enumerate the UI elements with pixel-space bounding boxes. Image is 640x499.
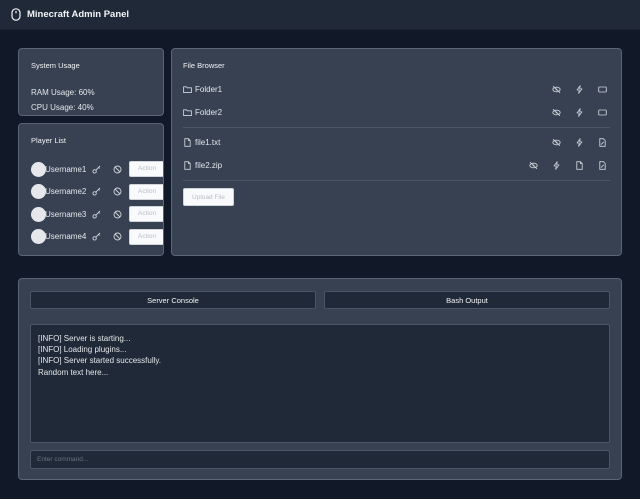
window-icon[interactable] <box>598 108 607 117</box>
player-name: Username1 <box>45 164 87 174</box>
player-action-button[interactable]: Action <box>129 161 163 177</box>
player-name: Username2 <box>45 187 87 197</box>
system-usage-panel: System Usage RAM Usage: 60% CPU Usage: 4… <box>18 48 164 116</box>
edit-file-icon[interactable] <box>598 138 607 147</box>
folder-icon <box>183 85 192 94</box>
file-actions <box>515 154 607 177</box>
file-actions <box>538 131 607 154</box>
avatar <box>31 161 46 177</box>
top-bar: Minecraft Admin Panel <box>0 0 640 30</box>
player-row: Username3 Action <box>31 203 163 226</box>
ban-icon[interactable] <box>112 232 122 242</box>
bolt-icon[interactable] <box>575 108 584 117</box>
key-icon[interactable] <box>91 164 101 174</box>
folder-actions <box>538 78 607 101</box>
player-list-title: Player List <box>31 136 67 145</box>
ban-icon[interactable] <box>112 164 122 174</box>
folder-actions <box>538 101 607 124</box>
eye-off-icon[interactable] <box>552 138 561 147</box>
console-panel: Server Console Bash Output [INFO] Server… <box>18 278 622 480</box>
file-name: file1.txt <box>195 138 221 147</box>
player-action-button[interactable]: Action <box>129 183 163 200</box>
folder-name: Folder1 <box>195 85 223 94</box>
ban-icon[interactable] <box>112 187 122 197</box>
bolt-icon[interactable] <box>575 85 584 94</box>
ban-icon[interactable] <box>112 209 122 219</box>
avatar <box>31 229 46 245</box>
avatar <box>31 184 46 200</box>
upload-file-button[interactable]: Upload File <box>183 188 234 206</box>
app-title: Minecraft Admin Panel <box>27 9 130 20</box>
player-action-button[interactable]: Action <box>129 228 163 245</box>
player-action-button[interactable]: Action <box>129 206 163 222</box>
key-icon[interactable] <box>91 187 101 197</box>
bolt-icon[interactable] <box>575 138 584 147</box>
console-output[interactable]: [INFO] Server is starting... [INFO] Load… <box>30 324 610 443</box>
folder-name: Folder2 <box>195 108 223 117</box>
file-name: file2.zip <box>195 161 223 170</box>
file-row[interactable]: file1.txt <box>183 131 610 154</box>
folder-row[interactable]: Folder2 <box>183 101 610 124</box>
player-list-panel: Player List Username1 Action Username2 A… <box>18 123 164 256</box>
file-browser-panel: File Browser Folder1 Folder2 file1.txt f… <box>171 48 622 256</box>
window-icon[interactable] <box>598 85 607 94</box>
player-name: Username4 <box>45 232 87 242</box>
eye-off-icon[interactable] <box>529 161 538 170</box>
eye-off-icon[interactable] <box>552 85 561 94</box>
file-browser-title: File Browser <box>183 61 225 70</box>
edit-file-icon[interactable] <box>598 161 607 170</box>
player-row: Username1 Action <box>31 158 163 181</box>
folder-row[interactable]: Folder1 <box>183 78 610 101</box>
console-line: [INFO] Server is starting... <box>38 334 131 343</box>
key-icon[interactable] <box>91 232 101 242</box>
file-icon <box>183 138 192 147</box>
eye-off-icon[interactable] <box>552 108 561 117</box>
divider <box>183 127 610 128</box>
console-line: Random text here... <box>38 367 109 377</box>
file-icon[interactable] <box>575 161 584 170</box>
folder-icon <box>183 108 192 117</box>
console-line: [INFO] Server started successfully. <box>38 356 161 366</box>
ram-usage: RAM Usage: 60% <box>31 88 95 97</box>
divider <box>183 180 610 181</box>
system-usage-title: System Usage <box>31 61 80 70</box>
tab-bash-output[interactable]: Bash Output <box>324 291 610 309</box>
key-icon[interactable] <box>91 209 101 219</box>
tab-server-console[interactable]: Server Console <box>30 291 316 309</box>
player-name: Username3 <box>45 209 87 219</box>
player-row: Username4 Action <box>31 226 163 249</box>
player-row: Username2 Action <box>31 181 163 204</box>
mouse-icon <box>11 8 21 21</box>
file-row[interactable]: file2.zip <box>183 154 610 177</box>
file-icon <box>183 161 192 170</box>
console-tabs: Server Console Bash Output <box>30 291 610 309</box>
console-line: [INFO] Loading plugins... <box>38 345 127 355</box>
bolt-icon[interactable] <box>552 161 561 170</box>
avatar <box>31 206 46 222</box>
command-input[interactable] <box>30 450 610 469</box>
cpu-usage: CPU Usage: 40% <box>31 103 94 112</box>
